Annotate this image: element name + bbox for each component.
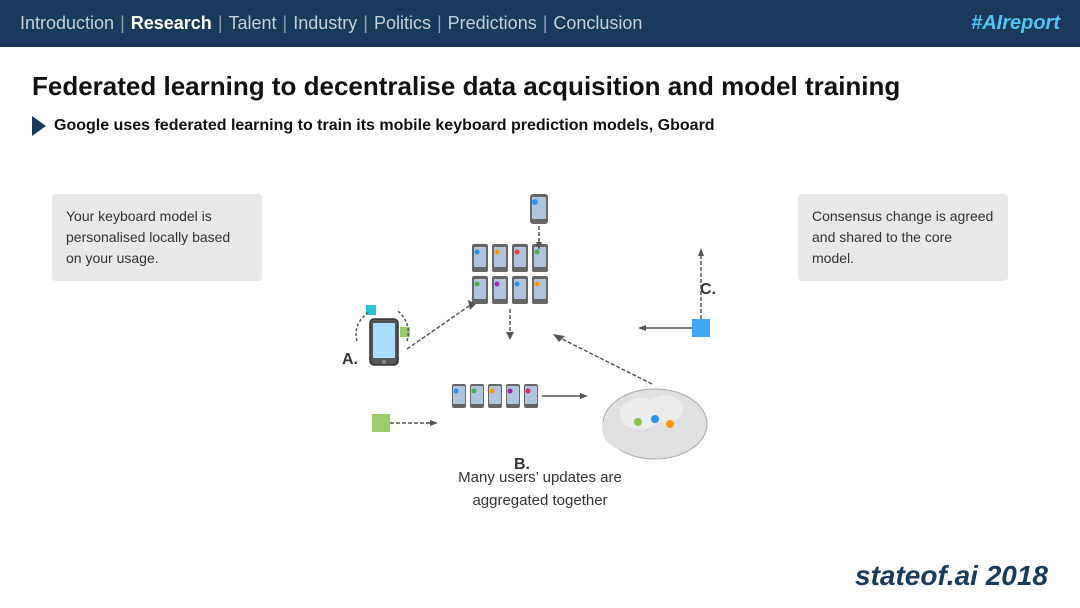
nav-conclusion[interactable]: Conclusion	[553, 13, 642, 34]
subtitle-arrow-icon	[32, 116, 46, 136]
header: Introduction | Research | Talent | Indus…	[0, 0, 1080, 47]
navigation: Introduction | Research | Talent | Indus…	[20, 13, 642, 34]
box-b: Many users’ updates are aggregated toget…	[430, 455, 650, 524]
subtitle: Google uses federated learning to train …	[54, 117, 715, 135]
nav-separator-2: |	[218, 13, 223, 34]
nav-industry[interactable]: Industry	[293, 13, 357, 34]
nav-separator-3: |	[283, 13, 288, 34]
nav-separator-4: |	[363, 13, 368, 34]
nav-politics[interactable]: Politics	[374, 13, 431, 34]
nav-introduction[interactable]: Introduction	[20, 13, 114, 34]
nav-research[interactable]: Research	[131, 13, 212, 34]
svg-text:C.: C.	[700, 281, 716, 298]
svg-text:A.: A.	[342, 351, 358, 368]
page-title: Federated learning to decentralise data …	[32, 71, 1048, 102]
nav-talent[interactable]: Talent	[229, 13, 277, 34]
subtitle-bar: Google uses federated learning to train …	[32, 116, 1048, 136]
nav-predictions[interactable]: Predictions	[448, 13, 537, 34]
footer: stateof.ai 2018	[855, 560, 1048, 592]
nav-separator-6: |	[543, 13, 548, 34]
diagram: Your keyboard model is personalised loca…	[32, 164, 1048, 524]
nav-separator-5: |	[437, 13, 442, 34]
main-content: Federated learning to decentralise data …	[0, 47, 1080, 548]
hashtag: #AIreport	[971, 12, 1060, 35]
nav-separator-1: |	[120, 13, 125, 34]
